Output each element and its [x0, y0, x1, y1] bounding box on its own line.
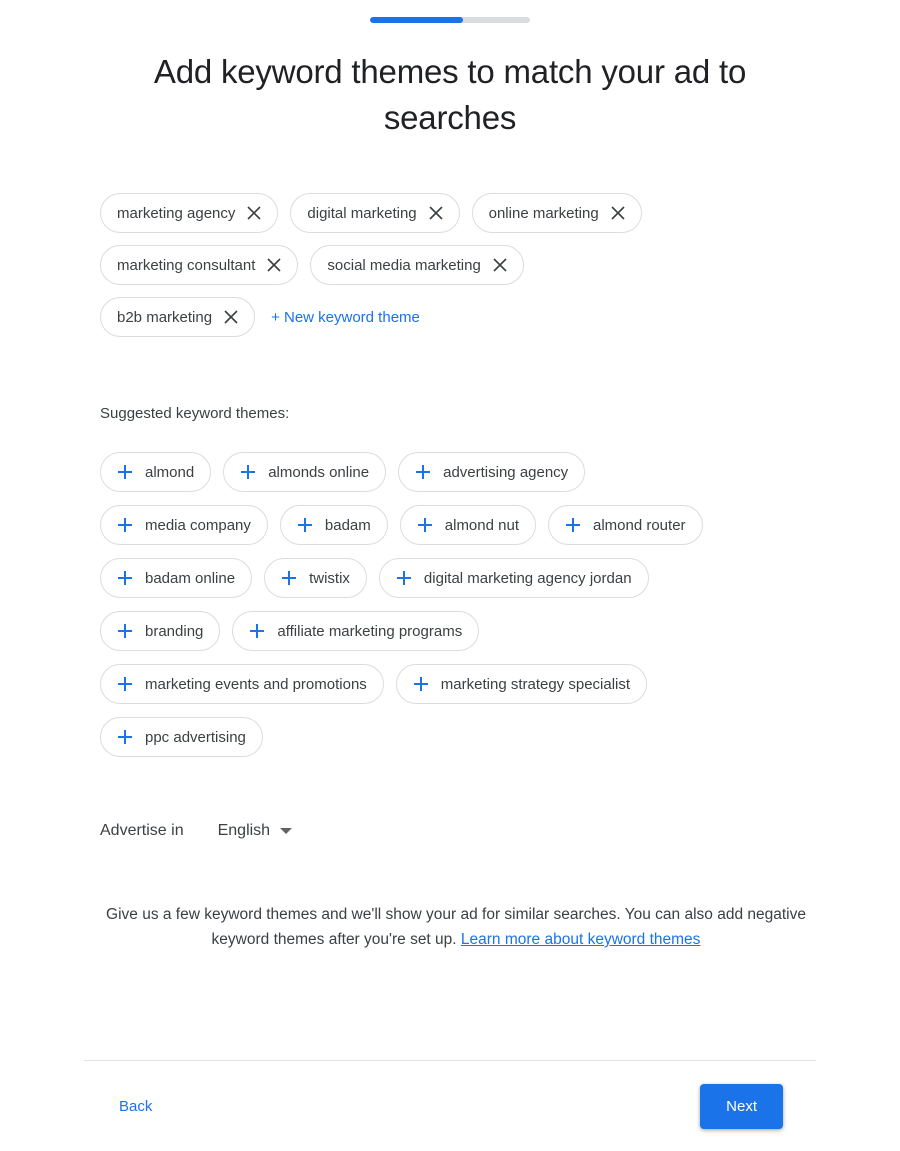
chevron-down-icon — [280, 828, 293, 834]
language-select-value: English — [217, 822, 271, 839]
close-icon[interactable] — [429, 206, 443, 220]
plus-icon — [281, 570, 297, 586]
plus-icon — [565, 517, 581, 533]
plus-icon — [249, 623, 265, 639]
suggested-theme-chip[interactable]: badam — [279, 505, 388, 545]
close-icon[interactable] — [247, 206, 261, 220]
close-icon[interactable] — [611, 206, 625, 220]
suggested-theme-chip[interactable]: almond router — [547, 505, 703, 545]
plus-icon — [396, 570, 412, 586]
suggested-theme-row: marketing events and promotions marketing… — [100, 664, 800, 704]
plus-icon — [117, 464, 133, 480]
main-content: marketing agency digital marketing online … — [50, 193, 850, 952]
suggested-theme-row: badam online twistix digital marketing age… — [100, 558, 800, 598]
plus-icon — [117, 570, 133, 586]
plus-icon — [117, 729, 133, 745]
keyword-theme-chip[interactable]: marketing agency — [100, 193, 279, 233]
selected-keyword-themes: marketing agency digital marketing online … — [100, 193, 800, 337]
language-select[interactable]: English — [217, 822, 293, 840]
keyword-theme-row: marketing consultant social media marketi… — [100, 245, 800, 285]
back-button[interactable]: Back — [119, 1098, 152, 1115]
suggested-theme-chip-label: twistix — [309, 569, 350, 587]
keyword-theme-chip-label: online marketing — [488, 204, 599, 222]
keyword-theme-chip-label: b2b marketing — [117, 308, 213, 326]
advertise-in-row: Advertise in English — [100, 822, 800, 840]
suggested-theme-chip-label: advertising agency — [443, 463, 569, 481]
suggested-theme-row: branding affiliate marketing programs — [100, 611, 800, 651]
suggested-theme-chip[interactable]: media company — [100, 505, 268, 545]
keyword-theme-chip[interactable]: marketing consultant — [100, 245, 299, 285]
suggested-theme-chip-label: media company — [145, 516, 251, 534]
suggested-theme-chip[interactable]: twistix — [264, 558, 367, 598]
suggested-theme-row: almond almonds online advertising agency — [100, 452, 800, 492]
keyword-theme-chip[interactable]: social media marketing — [310, 245, 524, 285]
keyword-theme-chip[interactable]: online marketing — [471, 193, 642, 233]
plus-icon — [117, 623, 133, 639]
suggested-theme-chip[interactable]: ppc advertising — [100, 717, 263, 757]
keyword-theme-row: b2b marketing + New keyword theme — [100, 297, 800, 337]
advertise-in-label: Advertise in — [100, 822, 184, 839]
suggested-theme-chip[interactable]: badam online — [100, 558, 253, 598]
close-icon[interactable] — [493, 258, 507, 272]
keyword-theme-chip[interactable]: b2b marketing — [100, 297, 256, 337]
suggested-theme-chip-label: digital marketing agency jordan — [423, 569, 632, 587]
suggested-theme-chip-label: marketing strategy specialist — [440, 675, 631, 693]
suggested-theme-chip[interactable]: almonds online — [223, 452, 387, 492]
suggested-theme-chip[interactable]: marketing events and promotions — [100, 664, 384, 704]
suggested-theme-chip-label: marketing events and promotions — [145, 675, 367, 693]
next-button[interactable]: Next — [700, 1083, 783, 1129]
suggested-theme-chip-label: almond — [145, 463, 195, 481]
footer: Back Next — [0, 1060, 900, 1151]
plus-icon — [240, 464, 256, 480]
suggested-theme-chip[interactable]: advertising agency — [398, 452, 586, 492]
suggested-theme-chip-label: badam online — [145, 569, 236, 587]
suggested-theme-chip[interactable]: affiliate marketing programs — [232, 611, 480, 651]
new-keyword-theme-link[interactable]: + New keyword theme — [271, 309, 420, 326]
plus-icon — [413, 676, 429, 692]
suggested-theme-row: media company badam almond nut almond route… — [100, 505, 800, 545]
progress-track — [370, 17, 530, 23]
plus-icon — [415, 464, 431, 480]
suggested-keyword-themes: almond almonds online advertising agency me… — [100, 452, 800, 757]
help-text-body: Give us a few keyword themes and we'll s… — [106, 906, 806, 948]
suggested-theme-chip-label: ppc advertising — [145, 728, 246, 746]
plus-icon — [297, 517, 313, 533]
suggested-theme-chip-label: almond router — [592, 516, 686, 534]
page-title: Add keyword themes to match your ad to s… — [153, 53, 747, 136]
suggested-theme-chip[interactable]: almond nut — [399, 505, 536, 545]
progress-bar — [0, 0, 900, 23]
plus-icon — [117, 517, 133, 533]
plus-icon — [117, 676, 133, 692]
progress-fill — [370, 17, 463, 23]
keyword-theme-chip[interactable]: digital marketing — [290, 193, 460, 233]
suggested-theme-row: ppc advertising — [100, 717, 800, 757]
suggested-theme-chip[interactable]: branding — [100, 611, 221, 651]
suggested-theme-chip-label: affiliate marketing programs — [277, 622, 463, 640]
footer-actions: Back Next — [50, 1061, 850, 1151]
suggested-theme-chip-label: badam — [324, 516, 371, 534]
keyword-theme-chip-label: marketing agency — [117, 204, 236, 222]
keyword-theme-chip-label: marketing consultant — [117, 256, 256, 274]
keyword-theme-chip-label: social media marketing — [327, 256, 481, 274]
suggested-theme-chip-label: almonds online — [268, 463, 370, 481]
close-icon[interactable] — [267, 258, 281, 272]
suggested-theme-chip-label: branding — [145, 622, 204, 640]
suggested-themes-label: Suggested keyword themes: — [100, 405, 290, 422]
keyword-theme-chip-label: digital marketing — [307, 204, 417, 222]
suggested-theme-chip[interactable]: almond — [100, 452, 212, 492]
suggested-theme-chip[interactable]: marketing strategy specialist — [395, 664, 648, 704]
suggested-theme-chip[interactable]: digital marketing agency jordan — [378, 558, 649, 598]
help-text: Give us a few keyword themes and we'll s… — [100, 902, 812, 952]
keyword-theme-row: marketing agency digital marketing online … — [100, 193, 800, 233]
suggested-theme-chip-label: almond nut — [444, 516, 519, 534]
plus-icon — [417, 517, 433, 533]
close-icon[interactable] — [224, 310, 238, 324]
learn-more-link[interactable]: Learn more about keyword themes — [461, 931, 701, 948]
